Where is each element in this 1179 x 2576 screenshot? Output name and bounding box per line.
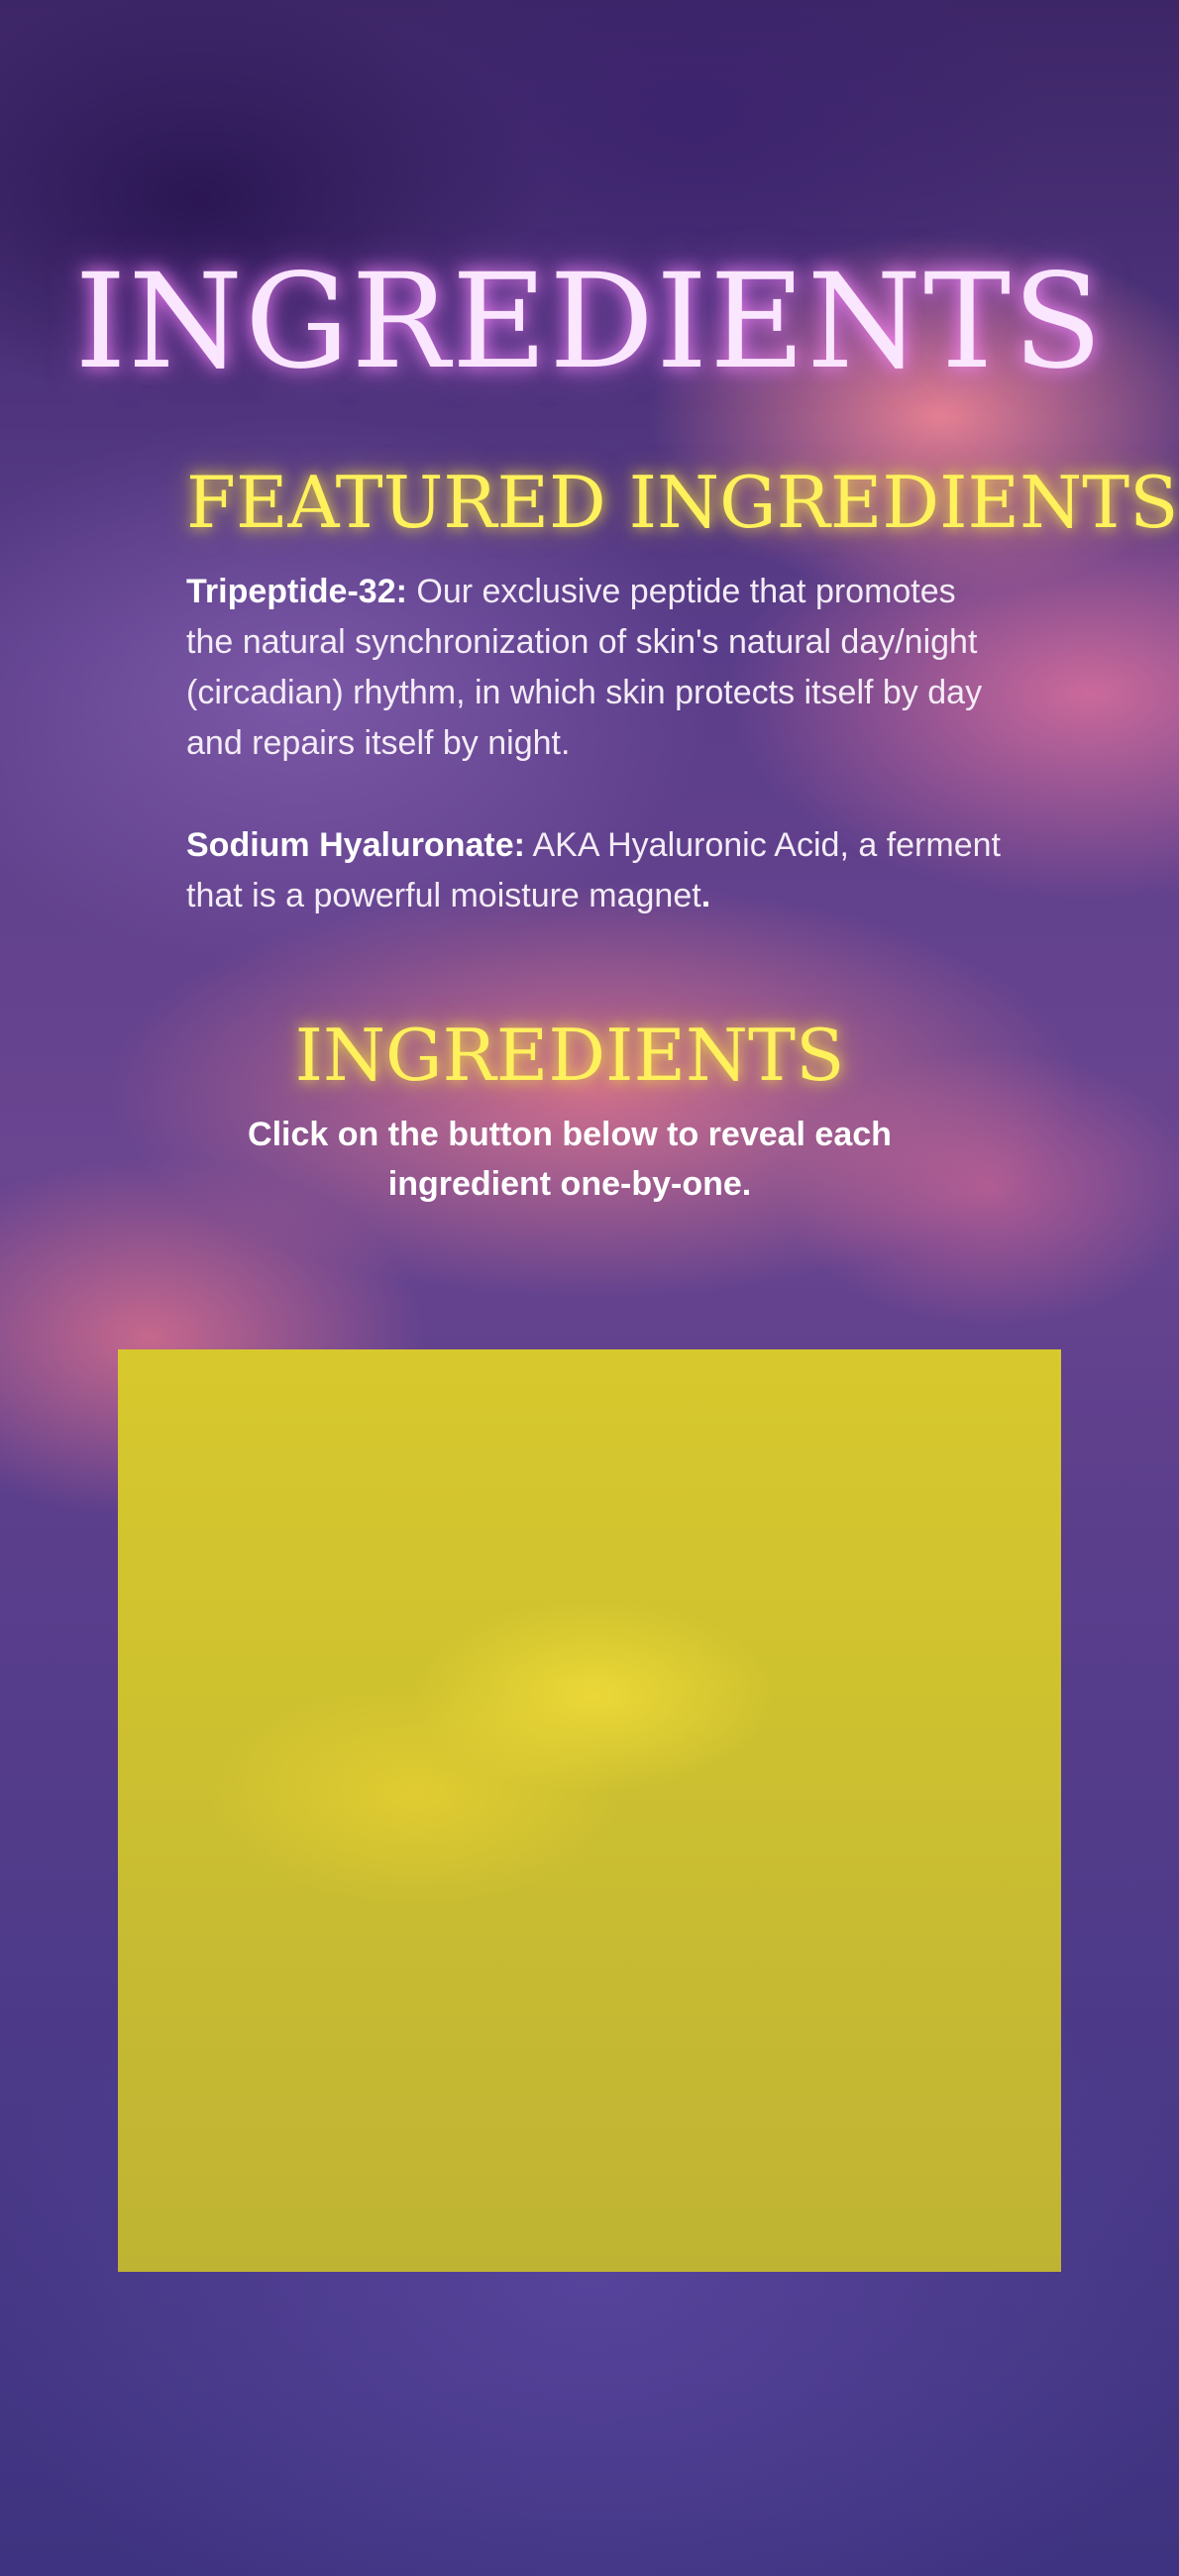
featured-ingredients-heading: FEATURED INGREDIENTS — [186, 461, 1179, 544]
reveal-ingredient-button[interactable] — [118, 1349, 1061, 2272]
ingredient-description-tripeptide: Tripeptide-32: Our exclusive peptide tha… — [186, 567, 1009, 769]
ingredient-term: Sodium Hyaluronate: — [186, 826, 525, 864]
reveal-instruction: Click on the button below to reveal each… — [248, 1116, 892, 1203]
ingredient-description-sodium-hyaluronate: Sodium Hyaluronate: AKA Hyaluronic Acid,… — [186, 820, 1009, 921]
ingredients-heading: INGREDIENTS — [294, 1014, 845, 1097]
ingredient-text-end: . — [700, 877, 711, 914]
page-headline: INGREDIENTS — [74, 246, 1105, 398]
ingredient-term: Tripeptide-32: — [186, 573, 407, 610]
